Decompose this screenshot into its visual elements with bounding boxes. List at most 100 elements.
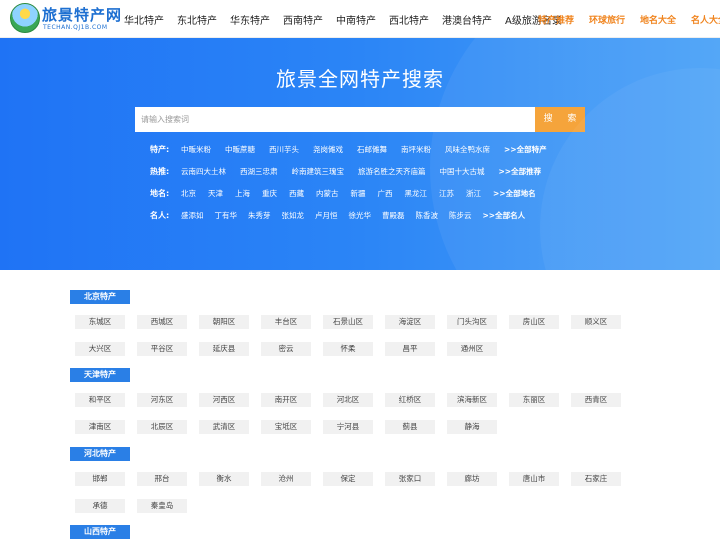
keyword-tag[interactable]: 盛添如 [181, 210, 204, 221]
hot-link-travel[interactable]: 环球旅行 [589, 13, 625, 26]
district-link[interactable]: 丰台区 [261, 315, 311, 329]
search-button[interactable]: 搜 索 [535, 107, 585, 132]
keyword-tag[interactable]: 西川芋头 [269, 144, 299, 155]
district-link[interactable]: 邯郸 [75, 472, 125, 486]
nav-item-xibei[interactable]: 西北特产 [389, 12, 429, 27]
district-link[interactable]: 密云 [261, 342, 311, 356]
district-link[interactable]: 顺义区 [571, 315, 621, 329]
district-link[interactable]: 保定 [323, 472, 373, 486]
keyword-tag[interactable]: 岭南建筑三瑰宝 [292, 166, 345, 177]
keyword-tag[interactable]: 广西 [378, 188, 393, 199]
keyword-more-link[interactable]: >>全部地名 [493, 188, 536, 199]
keyword-tag[interactable]: 上海 [235, 188, 250, 199]
keyword-tag[interactable]: 旅游名胜之天齐庙篇 [358, 166, 426, 177]
keyword-tag[interactable]: 内蒙古 [316, 188, 339, 199]
district-link[interactable]: 滨海新区 [447, 393, 497, 407]
keyword-tag[interactable]: 陈步云 [449, 210, 472, 221]
district-link[interactable]: 秦皇岛 [137, 499, 187, 513]
district-link[interactable]: 房山区 [509, 315, 559, 329]
region-heading[interactable]: 天津特产 [70, 368, 130, 382]
keyword-tag[interactable]: 北京 [181, 188, 196, 199]
district-link[interactable]: 唐山市 [509, 472, 559, 486]
nav-item-xinan[interactable]: 西南特产 [283, 12, 323, 27]
district-link[interactable]: 河西区 [199, 393, 249, 407]
district-link[interactable]: 西城区 [137, 315, 187, 329]
keyword-tag[interactable]: 新疆 [351, 188, 366, 199]
keyword-tag[interactable]: 重庆 [262, 188, 277, 199]
keyword-tag[interactable]: 云南四大土林 [181, 166, 226, 177]
district-link[interactable]: 延庆县 [199, 342, 249, 356]
region-heading[interactable]: 山西特产 [70, 525, 130, 539]
district-link[interactable]: 东城区 [75, 315, 125, 329]
keyword-tag[interactable]: 中国十大古城 [440, 166, 485, 177]
district-link[interactable]: 河东区 [137, 393, 187, 407]
keyword-tag[interactable]: 风味全鸭水席 [445, 144, 490, 155]
keyword-tag[interactable]: 天津 [208, 188, 223, 199]
district-link[interactable]: 北辰区 [137, 420, 187, 434]
region-heading[interactable]: 北京特产 [70, 290, 130, 304]
keyword-tag[interactable]: 徐光华 [349, 210, 372, 221]
keyword-tag[interactable]: 尧岗傩戏 [313, 144, 343, 155]
keyword-tag[interactable]: 黑龙江 [405, 188, 428, 199]
district-link[interactable]: 河北区 [323, 393, 373, 407]
district-link[interactable]: 邢台 [137, 472, 187, 486]
site-logo[interactable]: 旅景特产网 TECHAN.QJ1B.COM [10, 3, 121, 35]
nav-item-huabei[interactable]: 华北特产 [124, 12, 164, 27]
district-link[interactable]: 南开区 [261, 393, 311, 407]
main-nav: 华北特产 东北特产 华东特产 西南特产 中南特产 西北特产 港澳台特产 A级旅游… [124, 0, 562, 38]
hot-link-recommend[interactable]: 特产推荐 [538, 13, 574, 26]
district-link[interactable]: 蓟县 [385, 420, 435, 434]
keyword-tag[interactable]: 江苏 [439, 188, 454, 199]
district-link[interactable]: 怀柔 [323, 342, 373, 356]
site-header: 旅景特产网 TECHAN.QJ1B.COM 华北特产 东北特产 华东特产 西南特… [0, 0, 720, 38]
district-link[interactable]: 和平区 [75, 393, 125, 407]
keyword-tag[interactable]: 浙江 [466, 188, 481, 199]
keyword-more-link[interactable]: >>全部推荐 [499, 166, 542, 177]
district-link[interactable]: 通州区 [447, 342, 497, 356]
keyword-tag[interactable]: 朱秀芽 [248, 210, 271, 221]
district-link[interactable]: 衡水 [199, 472, 249, 486]
keyword-tag[interactable]: 南坪米粉 [401, 144, 431, 155]
keyword-more-link[interactable]: >>全部特产 [504, 144, 547, 155]
district-link[interactable]: 平谷区 [137, 342, 187, 356]
keyword-tag[interactable]: 西湖三忠肃 [240, 166, 278, 177]
district-link[interactable]: 石家庄 [571, 472, 621, 486]
nav-item-dongbei[interactable]: 东北特产 [177, 12, 217, 27]
keyword-tag[interactable]: 丁有华 [215, 210, 238, 221]
district-link[interactable]: 门头沟区 [447, 315, 497, 329]
nav-item-huadong[interactable]: 华东特产 [230, 12, 270, 27]
keyword-tag[interactable]: 曹殿磊 [382, 210, 405, 221]
hot-links: 特产推荐 环球旅行 地名大全 名人大全 [538, 0, 720, 38]
keyword-more-link[interactable]: >>全部名人 [483, 210, 526, 221]
nav-item-gangaotai[interactable]: 港澳台特产 [442, 12, 492, 27]
district-link[interactable]: 宝坻区 [261, 420, 311, 434]
keyword-tag[interactable]: 中畈蔗糖 [225, 144, 255, 155]
keyword-tag[interactable]: 西藏 [289, 188, 304, 199]
keyword-tag[interactable]: 卢月恒 [315, 210, 338, 221]
district-link[interactable]: 津南区 [75, 420, 125, 434]
region-heading[interactable]: 河北特产 [70, 447, 130, 461]
district-link[interactable]: 红桥区 [385, 393, 435, 407]
district-link[interactable]: 静海 [447, 420, 497, 434]
district-link[interactable]: 昌平 [385, 342, 435, 356]
keyword-tag[interactable]: 石邮傩舞 [357, 144, 387, 155]
district-link[interactable]: 石景山区 [323, 315, 373, 329]
district-link[interactable]: 东丽区 [509, 393, 559, 407]
district-link[interactable]: 朝阳区 [199, 315, 249, 329]
hot-link-places[interactable]: 地名大全 [640, 13, 676, 26]
keyword-tag[interactable]: 陈香波 [416, 210, 439, 221]
keyword-tag[interactable]: 张如龙 [282, 210, 305, 221]
district-link[interactable]: 廊坊 [447, 472, 497, 486]
district-link[interactable]: 西青区 [571, 393, 621, 407]
keyword-tag[interactable]: 中畈米粉 [181, 144, 211, 155]
district-link[interactable]: 大兴区 [75, 342, 125, 356]
district-link[interactable]: 承德 [75, 499, 125, 513]
nav-item-zhongnan[interactable]: 中南特产 [336, 12, 376, 27]
district-link[interactable]: 海淀区 [385, 315, 435, 329]
search-input[interactable]: 请输入搜索词 [135, 107, 535, 132]
district-link[interactable]: 沧州 [261, 472, 311, 486]
district-link[interactable]: 宁河县 [323, 420, 373, 434]
district-link[interactable]: 武清区 [199, 420, 249, 434]
hot-link-celebrities[interactable]: 名人大全 [691, 13, 720, 26]
district-link[interactable]: 张家口 [385, 472, 435, 486]
